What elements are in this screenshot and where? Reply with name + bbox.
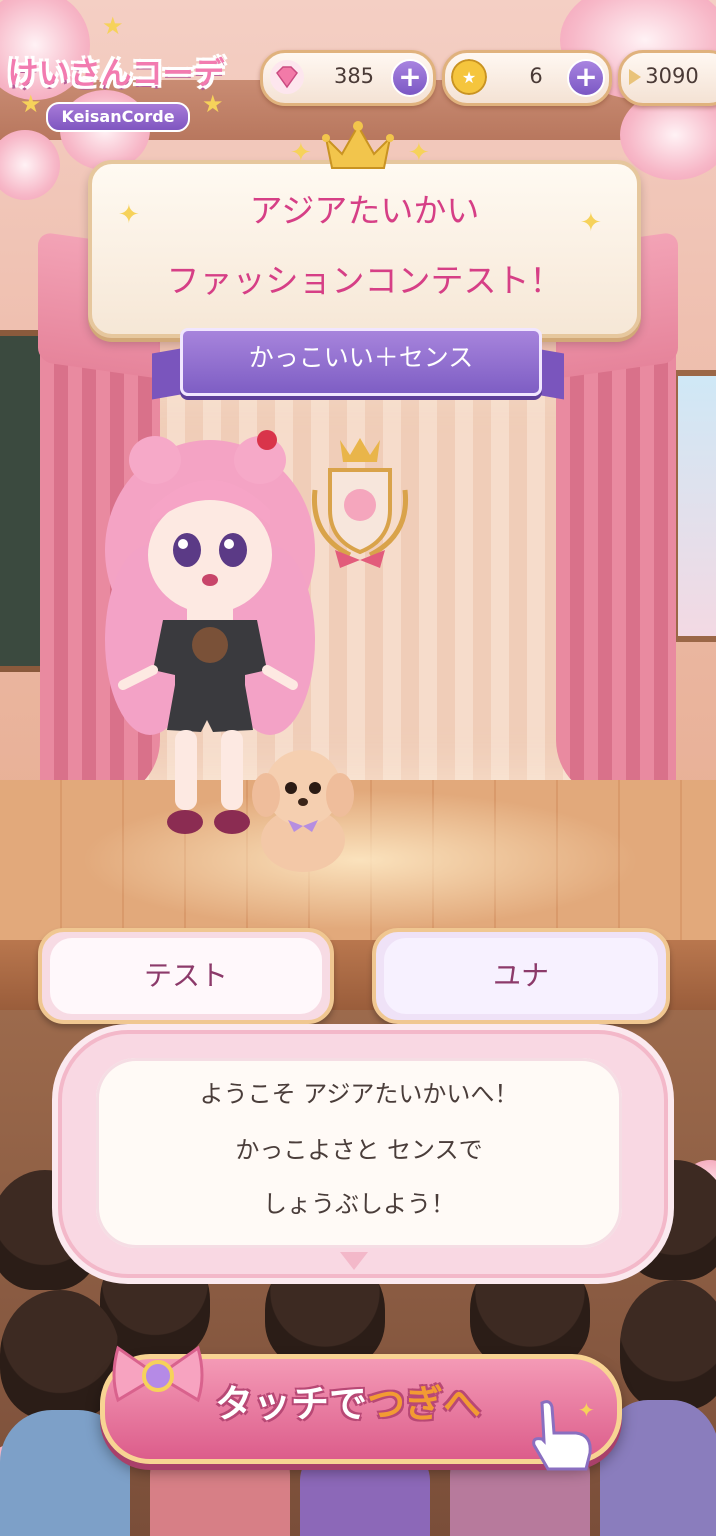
star-icon: ★: [202, 90, 224, 118]
theme-banner: かっこいい＋センス: [180, 328, 542, 396]
add-gems-button[interactable]: +: [391, 59, 429, 97]
next-label-part1: タッチで: [215, 1382, 368, 1426]
player-nameplate-left: テスト: [38, 928, 334, 1024]
crown-icon: [322, 121, 394, 169]
gem-count: 385: [333, 64, 375, 88]
player-nameplate-right: ユナ: [372, 928, 670, 1024]
gold-coin-icon: ★: [451, 59, 487, 95]
crest-emblem-icon: [311, 438, 409, 568]
ribbon-bow-icon: [112, 1345, 204, 1403]
third-count: 3090: [645, 64, 699, 88]
star-icon: ★: [20, 90, 42, 118]
gem-counter: 385 +: [260, 50, 436, 106]
player-name: テスト: [143, 959, 228, 992]
title-banner: アジアたいかい ファッションコンテスト！: [88, 160, 641, 338]
pink-gem-icon: [270, 60, 304, 94]
contest-title-line2: ファッションコンテスト！: [166, 261, 563, 300]
logo-title: けいさんコーデ: [7, 56, 225, 92]
pet-poodle: [252, 750, 354, 872]
add-coins-button[interactable]: +: [567, 59, 605, 97]
dialog-line2: かっこよさと センスで: [235, 1136, 483, 1164]
opponent-name: ユナ: [492, 959, 549, 992]
game-logo: ★ ★ ★ けいさんコーデ KeisanCorde: [6, 12, 226, 132]
third-counter: 3090: [618, 50, 716, 106]
next-label-part2: つぎへ: [367, 1382, 482, 1426]
window: [672, 370, 716, 642]
sparkle-icon: ✦: [408, 138, 430, 168]
dialog-box: ようこそ アジアたいかいへ！ かっこよさと センスで しょうぶしよう！: [96, 1058, 622, 1248]
dialog-line1: ようこそ アジアたいかいへ！: [199, 1080, 519, 1108]
audience-child: [620, 1280, 716, 1410]
sparkle-icon: ✦: [118, 200, 140, 230]
logo-subtitle: KeisanCorde: [46, 102, 190, 132]
contest-title-line1: アジアたいかい: [249, 191, 480, 230]
pointing-hand-icon: ✦: [532, 1398, 595, 1471]
dialog-tail: [340, 1252, 368, 1270]
nameplate-inner: テスト: [50, 938, 322, 1014]
svg-text:★: ★: [462, 68, 476, 87]
contest-theme: かっこいい＋センス: [248, 343, 474, 372]
dialog-line3: しょうぶしよう！: [263, 1190, 455, 1218]
sparkle-icon: ✦: [290, 138, 312, 168]
star-icon: ★: [102, 12, 124, 40]
nameplate-inner: ユナ: [384, 938, 658, 1014]
sparkle-icon: ✦: [580, 208, 602, 238]
coin-counter: ★ 6 +: [442, 50, 612, 106]
svg-text:✦: ✦: [578, 1398, 595, 1422]
